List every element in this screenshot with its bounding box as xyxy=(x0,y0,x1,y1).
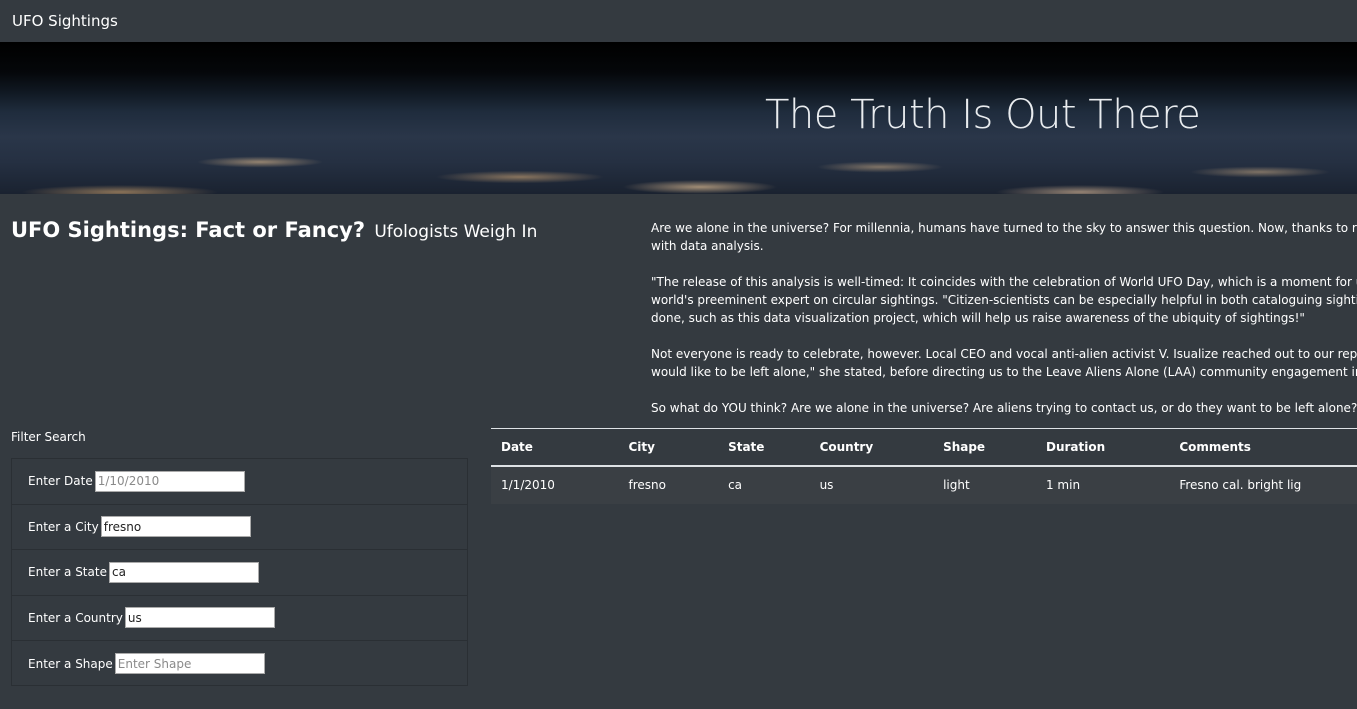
article-line: "The release of this analysis is well-ti… xyxy=(651,275,1357,289)
city-input[interactable] xyxy=(100,516,251,538)
column-header-state: State xyxy=(728,439,765,454)
headline-subtitle: Ufologists Weigh In xyxy=(374,222,538,242)
article-line: Not everyone is ready to celebrate, howe… xyxy=(651,347,1357,361)
table-header-row: Date City State Country Shape Duration C… xyxy=(491,428,1357,466)
cell-duration: 1 min xyxy=(1035,465,1170,504)
ufo-table: Date City State Country Shape Duration C… xyxy=(491,428,1357,504)
article-line: world's preeminent expert on circular si… xyxy=(651,293,1357,307)
cell-date: 1/1/2010 xyxy=(491,465,619,504)
filter-item-date: Enter Date xyxy=(12,459,467,505)
column-header-comments: Comments xyxy=(1179,439,1251,454)
filter-item-shape: Enter a Shape xyxy=(12,641,467,687)
filter-list: Enter Date Enter a City Enter a State En… xyxy=(11,458,468,686)
hero-title: The Truth Is Out There xyxy=(765,92,1201,138)
state-label: Enter a State xyxy=(28,565,107,580)
article-line: with data analysis. xyxy=(651,239,764,253)
ufo-table-container: Date City State Country Shape Duration C… xyxy=(491,428,1357,504)
country-input[interactable] xyxy=(124,607,275,629)
column-header-city: City xyxy=(628,439,655,454)
article-paragraph-3: Not everyone is ready to celebrate, howe… xyxy=(651,345,1357,381)
shape-input[interactable] xyxy=(114,653,265,675)
column-header-date: Date xyxy=(501,439,533,454)
article-line: would like to be left alone," she stated… xyxy=(651,365,1357,379)
article-line: Are we alone in the universe? For millen… xyxy=(651,221,1357,235)
filter-search-heading: Filter Search xyxy=(11,430,86,444)
column-header-country: Country xyxy=(819,439,874,454)
navbar-brand[interactable]: UFO Sightings xyxy=(12,12,118,30)
navbar: UFO Sightings xyxy=(0,0,1357,42)
article-line: done, such as this data visualization pr… xyxy=(651,311,1305,325)
column-header-shape: Shape xyxy=(943,439,986,454)
state-input[interactable] xyxy=(108,561,259,583)
page-headline: UFO Sightings: Fact or Fancy? Ufologists… xyxy=(11,218,537,242)
filter-item-state: Enter a State xyxy=(12,550,467,596)
city-label: Enter a City xyxy=(28,519,99,534)
cell-city: fresno xyxy=(618,465,719,504)
shape-label: Enter a Shape xyxy=(28,656,113,671)
article-paragraph-4: So what do YOU think? Are we alone in th… xyxy=(651,399,1357,417)
cell-state: ca xyxy=(718,465,810,504)
headline-title: UFO Sightings: Fact or Fancy? xyxy=(11,218,366,242)
article-body: Are we alone in the universe? For millen… xyxy=(651,219,1357,435)
hero-banner: The Truth Is Out There xyxy=(0,42,1357,194)
country-label: Enter a Country xyxy=(28,610,123,625)
table-row: 1/1/2010 fresno ca us light 1 min Fresno… xyxy=(491,465,1357,504)
article-line: So what do YOU think? Are we alone in th… xyxy=(651,401,1357,415)
filter-item-city: Enter a City xyxy=(12,505,467,550)
date-input[interactable] xyxy=(94,470,245,492)
table-header: Date City State Country Shape Duration C… xyxy=(491,428,1357,466)
cell-comments: Fresno cal. bright lig xyxy=(1169,465,1357,504)
cell-shape: light xyxy=(933,465,1036,504)
cell-country: us xyxy=(809,465,934,504)
filter-item-country: Enter a Country xyxy=(12,596,467,641)
column-header-duration: Duration xyxy=(1045,439,1106,454)
article-paragraph-1: Are we alone in the universe? For millen… xyxy=(651,219,1357,255)
date-label: Enter Date xyxy=(28,474,93,489)
article-paragraph-2: "The release of this analysis is well-ti… xyxy=(651,273,1357,327)
table-body: 1/1/2010 fresno ca us light 1 min Fresno… xyxy=(491,465,1357,504)
